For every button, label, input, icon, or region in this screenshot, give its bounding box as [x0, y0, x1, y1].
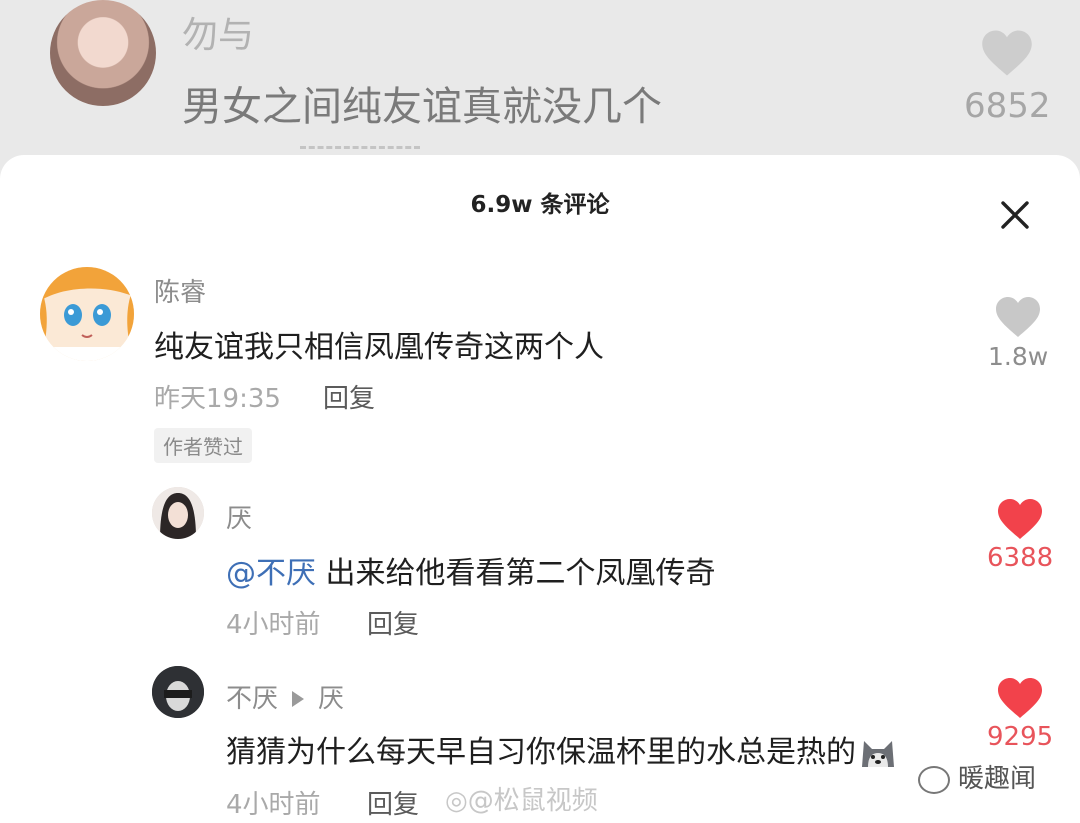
- comment-text: 猜猜为什么每天早自习你保温杯里的水总是热的: [226, 727, 898, 771]
- heart-icon[interactable]: [993, 295, 1043, 339]
- like-count: 1.8w: [988, 342, 1049, 371]
- comment-username[interactable]: 厌: [226, 498, 252, 535]
- avatar: [50, 0, 156, 106]
- husky-emoji-icon: [862, 740, 894, 767]
- comment-time: 4小时前: [226, 790, 321, 820]
- portrait-avatar-icon: [152, 487, 204, 539]
- comment-body: 出来给他看看第二个凤凰传奇: [316, 556, 716, 591]
- heart-icon[interactable]: [980, 28, 1034, 78]
- reply-username[interactable]: 不厌: [226, 684, 278, 714]
- comment-sheet: [0, 155, 1080, 823]
- like-count: 9295: [987, 722, 1054, 752]
- reply-button[interactable]: 回复: [323, 378, 375, 415]
- heart-icon[interactable]: [995, 676, 1045, 720]
- comment-time: 4小时前: [226, 610, 321, 640]
- play-arrow-icon: [292, 690, 305, 707]
- comment-body: 猜猜为什么每天早自习你保温杯里的水总是热的: [226, 735, 856, 770]
- reply-target-username[interactable]: 厌: [318, 684, 344, 714]
- anime-avatar-icon: [40, 267, 134, 361]
- weibo-icon: ◎: [445, 786, 468, 816]
- avatar[interactable]: [40, 267, 134, 361]
- avatar[interactable]: [152, 666, 204, 718]
- watermark-text: @松鼠视频: [467, 786, 598, 816]
- background-post: 勿与 男女之间纯友谊真就没几个 6852: [0, 0, 1080, 170]
- heart-icon[interactable]: [995, 497, 1045, 541]
- reply-button[interactable]: 回复: [367, 784, 419, 821]
- portrait-avatar-icon: [152, 666, 204, 718]
- comment-count-title: 6.9w 条评论: [470, 192, 610, 218]
- like-count: 6388: [987, 543, 1054, 573]
- reply-button[interactable]: 回复: [367, 604, 419, 641]
- mention-link[interactable]: @不厌: [226, 556, 316, 591]
- author-liked-badge: 作者赞过: [154, 428, 252, 463]
- comment-time: 昨天19:35: [154, 384, 281, 414]
- avatar[interactable]: [152, 487, 204, 539]
- comment-username[interactable]: 陈睿: [154, 272, 206, 309]
- post-like-count: 6852: [964, 86, 1051, 126]
- post-username: 勿与: [182, 15, 255, 56]
- brand-text: 暖趣闻: [958, 764, 1037, 794]
- comment-text: 纯友谊我只相信凤凰传奇这两个人: [154, 330, 604, 365]
- close-icon[interactable]: [998, 198, 1032, 232]
- watermark: ◎@松鼠视频: [445, 780, 598, 817]
- brand-watermark: 暖趣闻: [918, 758, 1036, 795]
- post-text: 男女之间纯友谊真就没几个: [182, 84, 662, 130]
- comment-username: 不厌 厌: [226, 678, 344, 715]
- comment-text: @不厌 出来给他看看第二个凤凰传奇: [226, 548, 716, 592]
- wechat-icon: [918, 765, 950, 794]
